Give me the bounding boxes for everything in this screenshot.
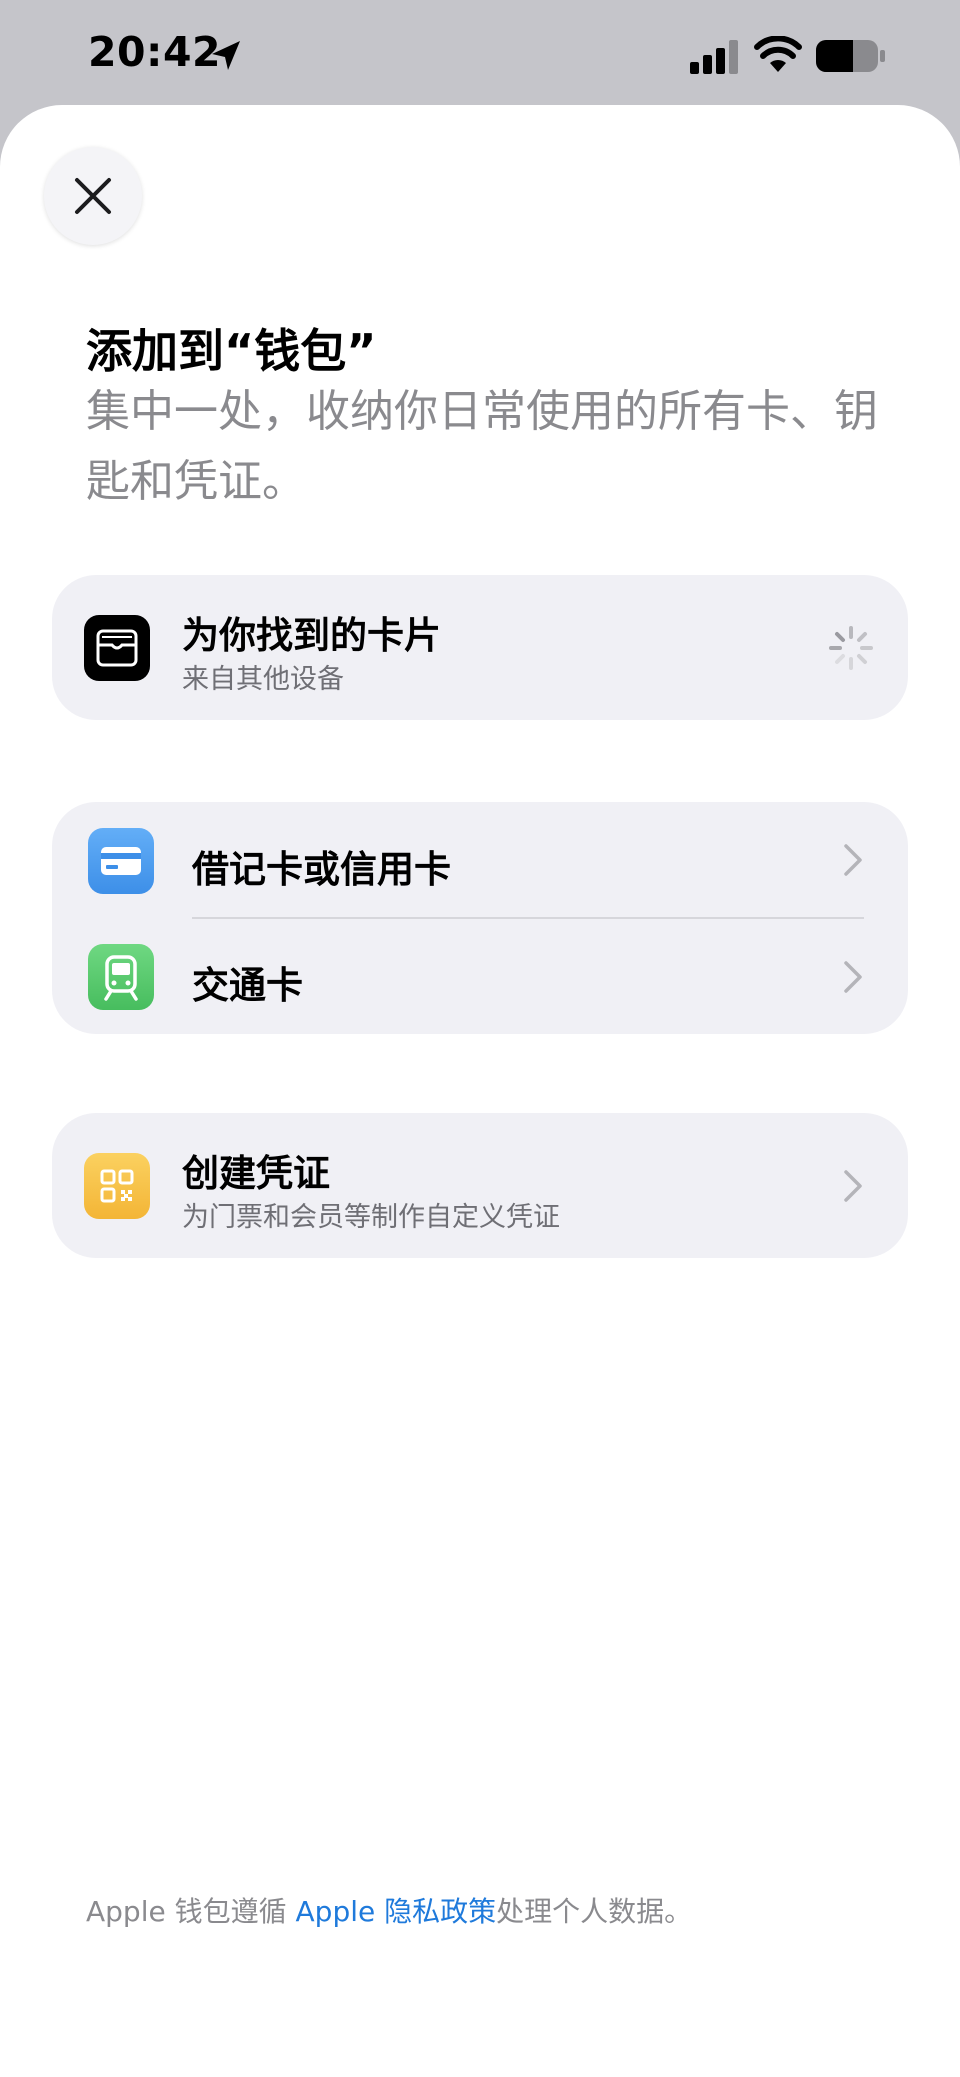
status-time: 20:42	[88, 28, 222, 76]
found-cards-subtitle: 来自其他设备	[182, 664, 344, 695]
credit-card-label: 借记卡或信用卡	[192, 848, 451, 891]
battery-icon	[816, 40, 885, 72]
transit-card-label: 交通卡	[192, 964, 303, 1007]
list-item-transit-card[interactable]: 交通卡	[52, 919, 908, 1034]
card-types-group: 借记卡或信用卡 交通卡	[52, 802, 908, 1034]
qr-code-icon	[84, 1153, 150, 1219]
wifi-icon	[754, 36, 802, 72]
create-pass-title: 创建凭证	[182, 1152, 330, 1195]
cellular-signal-icon	[690, 40, 738, 74]
train-icon	[88, 944, 154, 1010]
status-bar: 20:42	[0, 0, 960, 110]
chevron-right-icon	[844, 961, 862, 993]
create-pass-row[interactable]: 创建凭证 为门票和会员等制作自定义凭证	[52, 1113, 908, 1258]
add-to-wallet-sheet: 添加到“钱包” 集中一处，收纳你日常使用的所有卡、钥匙和凭证。 为你找到的卡片 …	[0, 105, 960, 2077]
close-button[interactable]	[44, 147, 142, 245]
found-cards-row[interactable]: 为你找到的卡片 来自其他设备	[52, 575, 908, 720]
privacy-policy-link[interactable]: Apple 隐私政策	[296, 1895, 497, 1928]
footer-suffix: 处理个人数据。	[496, 1895, 693, 1928]
location-arrow-icon	[212, 41, 240, 70]
list-item-credit-card[interactable]: 借记卡或信用卡	[52, 802, 908, 917]
found-cards-title: 为你找到的卡片	[182, 614, 441, 657]
footer-prefix: Apple 钱包遵循	[86, 1895, 296, 1928]
close-icon	[75, 178, 111, 214]
chevron-right-icon	[844, 844, 862, 876]
wallet-app-icon	[84, 615, 150, 681]
create-pass-subtitle: 为门票和会员等制作自定义凭证	[182, 1202, 560, 1233]
page-subtitle: 集中一处，收纳你日常使用的所有卡、钥匙和凭证。	[86, 386, 878, 507]
loading-spinner-icon	[829, 626, 873, 670]
credit-card-icon	[88, 828, 154, 894]
page-title: 添加到“钱包”	[86, 324, 377, 378]
privacy-footer: Apple 钱包遵循 Apple 隐私政策处理个人数据。	[86, 1890, 692, 1930]
chevron-right-icon	[844, 1170, 862, 1202]
